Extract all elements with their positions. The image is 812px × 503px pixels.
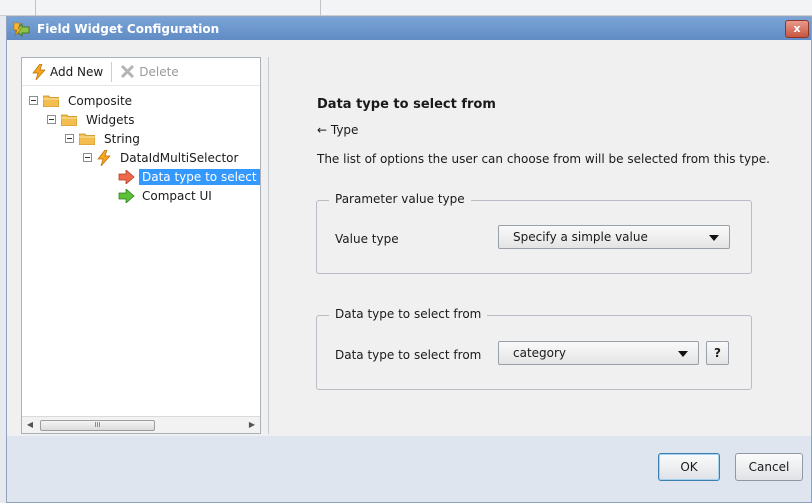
group-legend: Parameter value type bbox=[329, 192, 471, 206]
tree-item-label: Widgets bbox=[86, 112, 135, 127]
tree-item-string[interactable]: String bbox=[65, 129, 143, 148]
value-type-dropdown[interactable]: Specify a simple value bbox=[498, 225, 730, 249]
add-new-label: Add New bbox=[50, 64, 104, 79]
data-type-group: Data type to select from Data type to se… bbox=[316, 307, 752, 390]
tree-item-compact-ui[interactable]: Compact UI bbox=[118, 186, 215, 205]
delete-button[interactable]: Delete bbox=[120, 64, 179, 79]
tree-item-widgets[interactable]: Widgets bbox=[47, 110, 138, 129]
data-type-dropdown[interactable]: category bbox=[498, 341, 699, 365]
delete-x-icon bbox=[121, 64, 135, 79]
chevron-down-icon bbox=[678, 351, 688, 357]
scrollbar-thumb[interactable]: III bbox=[40, 420, 155, 431]
detail-title: Data type to select from bbox=[317, 97, 496, 112]
back-link[interactable]: ← Type bbox=[317, 123, 358, 137]
tree-item-label: Data type to select bbox=[139, 168, 260, 185]
lightning-icon bbox=[32, 63, 46, 80]
folder-icon bbox=[61, 114, 77, 126]
tree-item-label: String bbox=[104, 131, 140, 146]
parameter-value-type-group: Parameter value type Value type Specify … bbox=[316, 192, 752, 274]
data-type-label: Data type to select from bbox=[335, 348, 482, 362]
data-type-selected: category bbox=[513, 346, 567, 360]
tree-panel: Add New Delete Composite Widgets String … bbox=[21, 57, 261, 434]
collapse-icon[interactable] bbox=[83, 153, 92, 162]
arrow-right-green-icon bbox=[118, 188, 135, 203]
delete-label: Delete bbox=[139, 64, 179, 79]
scroll-left-icon[interactable]: ◀ bbox=[25, 420, 35, 430]
folder-icon bbox=[43, 95, 59, 107]
help-button[interactable]: ? bbox=[706, 341, 729, 365]
tree-item-data-type-to-select[interactable]: Data type to select bbox=[118, 167, 260, 186]
cancel-button[interactable]: Cancel bbox=[735, 453, 803, 481]
widget-tree: Composite Widgets String DataIdMultiSele… bbox=[22, 86, 260, 203]
background-window-strip bbox=[0, 0, 812, 16]
detail-description: The list of options the user can choose … bbox=[317, 152, 770, 166]
detail-panel: Data type to select from ← Type The list… bbox=[268, 57, 811, 434]
ok-button[interactable]: OK bbox=[658, 453, 720, 481]
widget-config-icon bbox=[13, 22, 30, 37]
collapse-icon[interactable] bbox=[29, 96, 38, 105]
tree-toolbar: Add New Delete bbox=[22, 58, 260, 86]
chevron-down-icon bbox=[709, 235, 719, 241]
scroll-right-icon[interactable]: ▶ bbox=[247, 420, 257, 430]
tree-item-composite[interactable]: Composite bbox=[29, 91, 135, 110]
group-legend: Data type to select from bbox=[329, 307, 488, 321]
tree-item-label: Compact UI bbox=[142, 188, 212, 203]
close-button[interactable]: x bbox=[785, 20, 809, 38]
lightning-icon bbox=[97, 149, 111, 166]
value-type-selected: Specify a simple value bbox=[513, 230, 648, 244]
folder-icon bbox=[79, 133, 95, 145]
dialog-titlebar: Field Widget Configuration x bbox=[7, 17, 811, 41]
dialog-title: Field Widget Configuration bbox=[37, 22, 220, 36]
tree-item-label: DataIdMultiSelector bbox=[120, 150, 239, 165]
tree-item-dataidmultiselector[interactable]: DataIdMultiSelector bbox=[83, 148, 241, 167]
value-type-label: Value type bbox=[335, 232, 399, 246]
tree-item-label: Composite bbox=[68, 93, 133, 108]
collapse-icon[interactable] bbox=[65, 134, 74, 143]
arrow-right-red-icon bbox=[118, 169, 135, 184]
horizontal-scrollbar[interactable]: ◀ III ▶ bbox=[22, 416, 260, 433]
toolbar-separator bbox=[111, 61, 113, 82]
add-new-button[interactable]: Add New bbox=[32, 63, 104, 80]
collapse-icon[interactable] bbox=[47, 115, 56, 124]
